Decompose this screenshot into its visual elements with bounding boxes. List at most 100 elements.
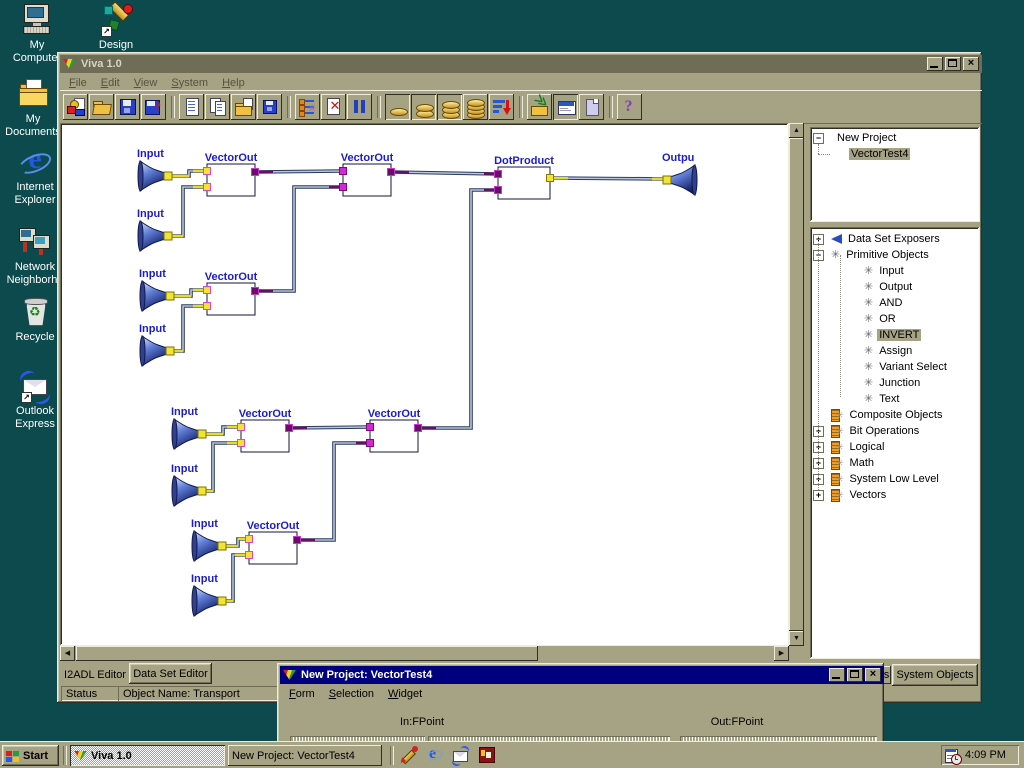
form-menu-selection[interactable]: Selection: [322, 687, 381, 701]
diagram-block-vectorout[interactable]: VectorOut: [340, 152, 395, 196]
diagram-wire[interactable]: [550, 178, 666, 179]
toolbar-view-layer-4-button[interactable]: [463, 94, 488, 120]
diagram-node-input[interactable]: Input: [171, 463, 206, 506]
diagram-wire[interactable]: [225, 555, 249, 601]
diagram-node-input[interactable]: Input: [171, 406, 206, 449]
diagram-node-output[interactable]: Outpu: [662, 152, 697, 195]
scroll-down-icon[interactable]: ▼: [789, 631, 804, 646]
toolbar-save-as-button[interactable]: ?: [141, 94, 166, 120]
toolbar-toggle-window-button[interactable]: [553, 94, 578, 120]
toolbar-refresh-objects-button[interactable]: ≫: [527, 94, 552, 120]
hscroll-thumb[interactable]: [76, 646, 538, 661]
toolbar-open-button[interactable]: [89, 94, 114, 120]
tab-data-set-editor[interactable]: Data Set Editor: [129, 663, 212, 684]
start-button[interactable]: Start: [2, 745, 59, 766]
task-new-project[interactable]: New Project: VectorTest4: [228, 745, 382, 766]
diagram-wire[interactable]: [297, 443, 370, 540]
toolbar-new-page-button[interactable]: [579, 94, 604, 120]
diagram-node-input[interactable]: Input: [137, 208, 172, 251]
diagram-wire[interactable]: [391, 172, 498, 174]
diagram-node-input[interactable]: Input: [139, 268, 174, 311]
form-minimize-icon[interactable]: [829, 668, 845, 682]
toolbar-view-layer-2-button[interactable]: [411, 94, 436, 120]
toolbar-new-project-button[interactable]: [63, 94, 88, 120]
form-close-icon[interactable]: ×: [865, 668, 881, 682]
tree-item-input[interactable]: ✳Input: [810, 263, 980, 279]
object-tree[interactable]: +Data Set Exposers−✳Primitive Objects✳In…: [810, 227, 980, 659]
expander-collapse-icon[interactable]: −: [813, 133, 824, 144]
toolbar-build-button[interactable]: ✳: [295, 94, 320, 120]
diagram-block-vectorout[interactable]: VectorOut: [204, 271, 259, 315]
toolbar-new-sheet-button[interactable]: [179, 94, 204, 120]
form-menu-widget[interactable]: Widget: [381, 687, 429, 701]
tree-item-text[interactable]: ✳Text: [810, 391, 980, 407]
tree-item-output[interactable]: ✳Output: [810, 279, 980, 295]
tree-item-or[interactable]: ✳OR: [810, 311, 980, 327]
scroll-up-icon[interactable]: ▲: [789, 123, 804, 138]
tree-item-primitive-objects[interactable]: −✳Primitive Objects: [810, 247, 980, 263]
tree-item-composite-objects[interactable]: ✳Composite Objects: [810, 407, 980, 423]
viva-menu-edit[interactable]: Edit: [94, 76, 127, 90]
quick-launch-design-icon[interactable]: [400, 746, 418, 764]
diagram-wire[interactable]: [418, 190, 498, 428]
tree-item-junction[interactable]: ✳Junction: [810, 375, 980, 391]
diagram-wire[interactable]: [205, 443, 241, 491]
tree-item-data-set-exposers[interactable]: +Data Set Exposers: [810, 231, 980, 247]
desktop-icon-my-documents[interactable]: My Documents: [1, 78, 65, 139]
diagram-wire[interactable]: [173, 290, 207, 296]
viva-menu-file[interactable]: File: [62, 76, 94, 90]
quick-launch-dg-icon[interactable]: [478, 746, 496, 764]
viva-close-icon[interactable]: ×: [963, 57, 979, 71]
toolbar-help-button[interactable]: ?: [617, 94, 642, 120]
diagram-wire[interactable]: [205, 427, 241, 434]
tree-item-vectors[interactable]: +✳Vectors: [810, 487, 980, 503]
diagram-wire[interactable]: [173, 306, 207, 351]
viva-menu-help[interactable]: Help: [215, 76, 252, 90]
quick-launch-internet-explorer-icon[interactable]: e: [426, 746, 444, 764]
viva-menu-system[interactable]: System: [164, 76, 215, 90]
tree-item-vectortest4[interactable]: VectorTest4: [810, 146, 980, 162]
expander-expand-icon[interactable]: +: [813, 490, 824, 501]
tree-item-new-project[interactable]: −New Project: [810, 130, 980, 146]
diagram-node-input[interactable]: Input: [191, 518, 226, 561]
toolbar-save-button[interactable]: [115, 94, 140, 120]
diagram-block-vectorout[interactable]: VectorOut: [204, 152, 259, 196]
toolbar-copy-button[interactable]: [205, 94, 230, 120]
tree-item-system-low-level[interactable]: +✳System Low Level: [810, 471, 980, 487]
project-tree[interactable]: −New ProjectVectorTest4: [810, 127, 980, 222]
tree-item-variant-select[interactable]: ✳Variant Select: [810, 359, 980, 375]
tree-item-logical[interactable]: +✳Logical: [810, 439, 980, 455]
diagram-node-input[interactable]: Input: [191, 573, 226, 616]
quick-launch-mail-icon[interactable]: [452, 746, 470, 764]
diagram-block-vectorout[interactable]: VectorOut: [246, 520, 301, 564]
toolbar-save-object-button[interactable]: [257, 94, 282, 120]
toolbar-sort-order-button[interactable]: [489, 94, 514, 120]
vscroll-thumb[interactable]: [789, 138, 804, 631]
viva-menu-view[interactable]: View: [127, 76, 165, 90]
diagram-wire[interactable]: [171, 187, 207, 236]
viva-maximize-icon[interactable]: [945, 57, 961, 71]
task-viva[interactable]: Viva 1.0: [70, 745, 225, 766]
tab-i2adl-editor[interactable]: I2ADL Editor: [62, 665, 128, 684]
diagram-wire[interactable]: [171, 171, 207, 176]
desktop-icon-design[interactable]: ↗Design: [84, 4, 148, 52]
viva-titlebar[interactable]: Viva 1.0 ×: [60, 55, 982, 73]
tree-item-math[interactable]: +✳Math: [810, 455, 980, 471]
tree-item-invert[interactable]: ✳INVERT: [810, 327, 980, 343]
diagram-block-vectorout[interactable]: VectorOut: [367, 408, 422, 452]
tree-item-bit-operations[interactable]: +✳Bit Operations: [810, 423, 980, 439]
diagram-wire[interactable]: [255, 187, 343, 291]
scroll-right-icon[interactable]: ▶: [774, 646, 789, 661]
viva-minimize-icon[interactable]: [927, 57, 943, 71]
form-titlebar[interactable]: New Project: VectorTest4 ×: [280, 666, 884, 684]
canvas-vscrollbar[interactable]: ▲ ▼: [789, 123, 804, 646]
toolbar-view-layer-3-button[interactable]: [437, 94, 462, 120]
diagram-node-input[interactable]: Input: [139, 323, 174, 366]
tree-item-assign[interactable]: ✳Assign: [810, 343, 980, 359]
diagram-wire[interactable]: [289, 427, 370, 428]
toolbar-view-layer-1-button[interactable]: [385, 94, 410, 120]
tree-item-and[interactable]: ✳AND: [810, 295, 980, 311]
diagram-node-input[interactable]: Input: [137, 148, 172, 191]
i2adl-canvas[interactable]: Input Input Input Input Input Input Input Input…: [60, 123, 789, 646]
form-maximize-icon[interactable]: [847, 668, 863, 682]
